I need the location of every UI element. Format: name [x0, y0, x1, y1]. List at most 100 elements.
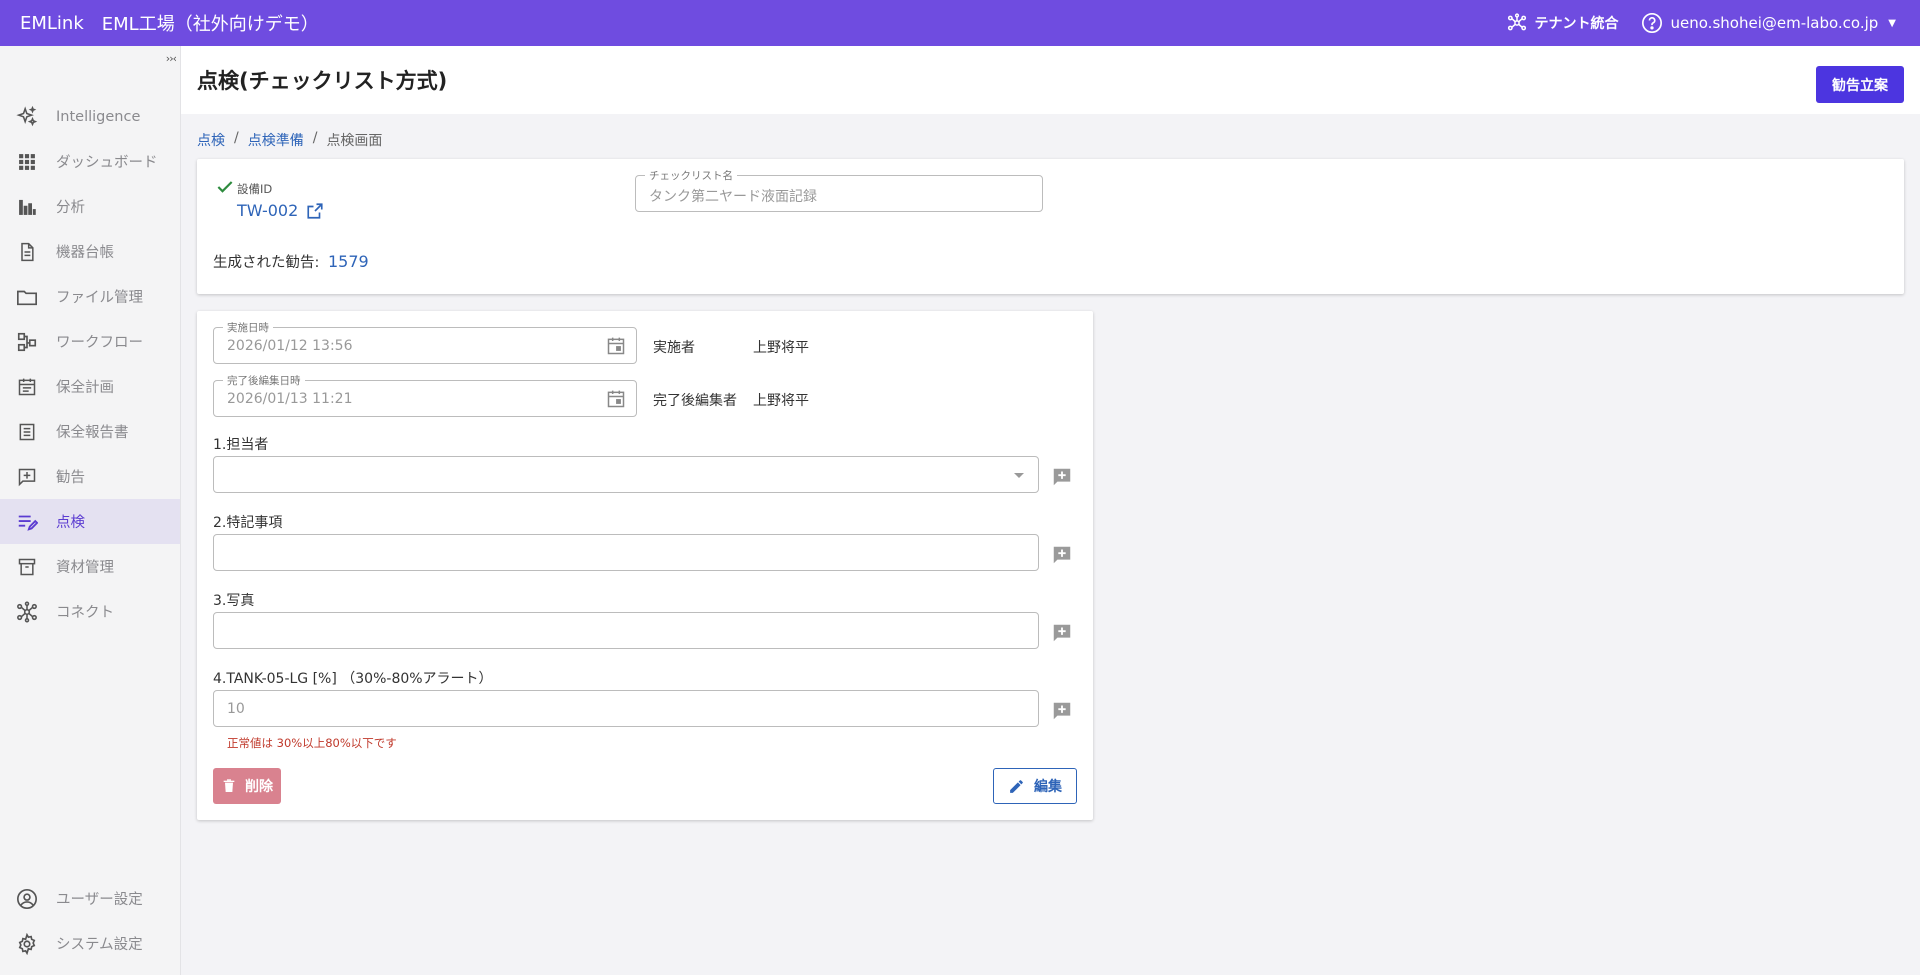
- document-icon: [15, 240, 39, 264]
- assignee-select[interactable]: [213, 456, 1039, 493]
- sidebar-item-label: 分析: [56, 200, 85, 216]
- add-comment-icon[interactable]: [1051, 700, 1073, 722]
- archive-icon: [15, 555, 39, 579]
- page-header: 点検(チェックリスト方式) 勧告立案: [181, 46, 1920, 114]
- sidebar-item-label: ファイル管理: [56, 290, 143, 306]
- inspection-form-card: 実施日時 2026/01/12 13:56 実施者 上野将平 完了後編集日時 2…: [197, 311, 1093, 820]
- sidebar-item-label: ユーザー設定: [56, 892, 143, 908]
- edited-at-value: 2026/01/13 11:21: [227, 391, 353, 407]
- sidebar-item-label: ワークフロー: [56, 335, 143, 351]
- open-in-new-icon[interactable]: [306, 202, 324, 220]
- summary-card: 設備ID TW-002 チェックリスト名 タンク第二ヤード液面記録 生成された勧…: [197, 159, 1904, 294]
- tank-level-value: 10: [227, 701, 245, 717]
- site-name[interactable]: EML工場（社外向けデモ）: [102, 10, 319, 36]
- sidebar-item-dashboard[interactable]: ダッシュボード: [0, 139, 180, 184]
- generated-recommendations: 生成された勧告: 1579: [213, 251, 369, 272]
- collapse-sidebar-icon[interactable]: ››‹: [166, 52, 177, 65]
- sidebar-item-connect[interactable]: コネクト: [0, 589, 180, 634]
- sidebar-item-label: ダッシュボード: [56, 155, 158, 171]
- checklist-name-value: タンク第二ヤード液面記録: [649, 189, 817, 205]
- chevron-down-icon: ▼: [1888, 17, 1896, 29]
- tank-level-input[interactable]: 10: [213, 690, 1039, 727]
- breadcrumb-inspection-prep[interactable]: 点検準備: [248, 130, 304, 150]
- performer-label: 実施者: [653, 340, 695, 356]
- breadcrumb-inspection[interactable]: 点検: [197, 130, 225, 150]
- calendar-icon[interactable]: [606, 336, 626, 356]
- sidebar-item-maintenance-plan[interactable]: 保全計画: [0, 364, 180, 409]
- remarks-input[interactable]: [213, 534, 1039, 571]
- help-icon[interactable]: [1641, 12, 1663, 34]
- checklist-edit-icon: [15, 510, 39, 534]
- delete-label: 削除: [245, 779, 273, 795]
- sidebar-item-system-settings[interactable]: システム設定: [0, 921, 180, 966]
- comment-plus-icon: [15, 465, 39, 489]
- question-label: 3.写真: [213, 593, 255, 609]
- generated-recommendations-label: 生成された勧告:: [213, 255, 320, 271]
- question-label: 1.担当者: [213, 437, 269, 453]
- equipment-id-label: 設備ID: [237, 182, 273, 196]
- bar-chart-icon: [15, 195, 39, 219]
- sidebar-item-label: 勧告: [56, 470, 85, 486]
- edit-button[interactable]: 編集: [993, 768, 1077, 804]
- sidebar-item-label: コネクト: [56, 605, 114, 621]
- checklist-name-label: チェックリスト名: [645, 168, 737, 183]
- sparkle-icon: [15, 105, 39, 129]
- sidebar-item-workflow[interactable]: ワークフロー: [0, 319, 180, 364]
- sidebar-item-label: システム設定: [56, 937, 143, 953]
- create-recommendation-button[interactable]: 勧告立案: [1816, 66, 1904, 103]
- generated-recommendations-count[interactable]: 1579: [328, 252, 369, 271]
- performer-value: 上野将平: [753, 340, 809, 356]
- account-icon: [15, 887, 39, 911]
- calendar-icon[interactable]: [606, 389, 626, 409]
- sidebar-item-maintenance-report[interactable]: 保全報告書: [0, 409, 180, 454]
- tenant-label: テナント統合: [1534, 16, 1619, 32]
- dropdown-arrow-icon: [1014, 473, 1024, 478]
- performed-at-value: 2026/01/12 13:56: [227, 338, 353, 354]
- question-label: 4.TANK-05-LG [%] （30%-80%アラート）: [213, 671, 493, 687]
- sidebar-item-analysis[interactable]: 分析: [0, 184, 180, 229]
- performed-at-field[interactable]: 実施日時 2026/01/12 13:56: [213, 320, 637, 364]
- validation-error: 正常値は 30%以上80%以下です: [227, 736, 397, 750]
- tenant-integration-button[interactable]: テナント統合: [1507, 13, 1619, 33]
- grid-icon: [15, 150, 39, 174]
- brand-logo[interactable]: EMLink: [20, 13, 84, 34]
- calendar-icon: [15, 375, 39, 399]
- equipment-id-link[interactable]: TW-002: [237, 201, 324, 220]
- checklist-name-field[interactable]: チェックリスト名 タンク第二ヤード液面記録: [635, 168, 1043, 212]
- sidebar-item-inspection[interactable]: 点検: [0, 499, 180, 544]
- sidebar-item-materials[interactable]: 資材管理: [0, 544, 180, 589]
- sidebar-item-equipment[interactable]: 機器台帳: [0, 229, 180, 274]
- folder-icon: [15, 285, 39, 309]
- sidebar-item-files[interactable]: ファイル管理: [0, 274, 180, 319]
- sidebar-item-label: Intelligence: [56, 108, 141, 125]
- add-comment-icon[interactable]: [1051, 622, 1073, 644]
- sidebar-item-user-settings[interactable]: ユーザー設定: [0, 876, 180, 921]
- check-icon: [217, 181, 233, 193]
- sidebar-item-label: 保全計画: [56, 380, 114, 396]
- photo-input[interactable]: [213, 612, 1039, 649]
- trash-icon: [223, 779, 235, 792]
- equipment-id-value: TW-002: [237, 201, 299, 220]
- user-menu[interactable]: ueno.shohei@em-labo.co.jp ▼: [1641, 12, 1896, 34]
- add-comment-icon[interactable]: [1051, 544, 1073, 566]
- pencil-icon: [1010, 779, 1023, 793]
- hub-icon: [15, 600, 39, 624]
- sidebar: ››‹ Intelligence ダッシュボード 分析 機器台帳 ファイル管理 …: [0, 46, 181, 975]
- breadcrumb: 点検 / 点検準備 / 点検画面: [197, 130, 382, 150]
- report-icon: [15, 420, 39, 444]
- edit-label: 編集: [1034, 779, 1062, 795]
- performed-at-label: 実施日時: [223, 320, 273, 335]
- top-app-bar: EMLink EML工場（社外向けデモ） テナント統合 ueno.shohei@…: [0, 0, 1920, 46]
- question-label: 2.特記事項: [213, 515, 283, 531]
- breadcrumb-current: 点検画面: [326, 133, 383, 149]
- sidebar-item-label: 保全報告書: [56, 425, 129, 441]
- edited-at-label: 完了後編集日時: [223, 373, 305, 388]
- add-comment-icon[interactable]: [1051, 466, 1073, 488]
- edited-at-field[interactable]: 完了後編集日時 2026/01/13 11:21: [213, 373, 637, 417]
- sidebar-item-intelligence[interactable]: Intelligence: [0, 94, 180, 139]
- workflow-icon: [15, 330, 39, 354]
- gear-icon: [15, 932, 39, 956]
- delete-button[interactable]: 削除: [213, 768, 281, 804]
- sidebar-item-recommendation[interactable]: 勧告: [0, 454, 180, 499]
- sidebar-item-label: 資材管理: [56, 560, 114, 576]
